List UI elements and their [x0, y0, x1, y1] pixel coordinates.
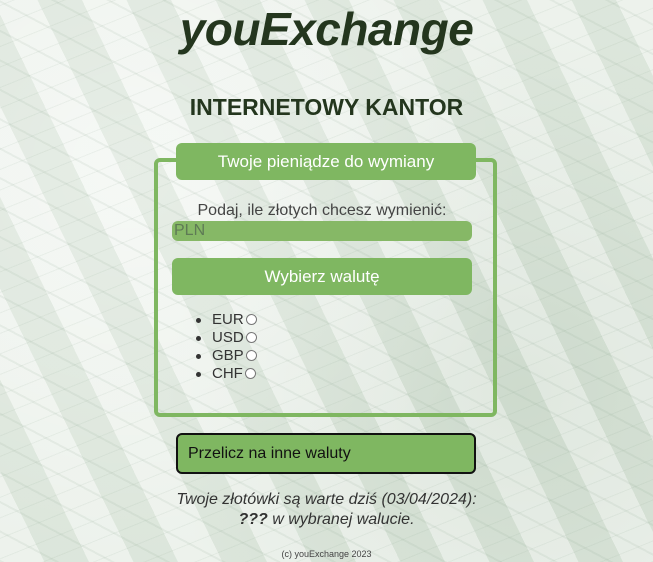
convert-button[interactable]: Przelicz na inne waluty — [176, 433, 476, 474]
currency-radio-usd[interactable] — [245, 332, 257, 343]
currency-option-eur: EUR — [196, 311, 257, 329]
currency-list: EUR USD GBP CHF — [196, 311, 257, 383]
choose-currency-button[interactable]: Wybierz walutę — [172, 258, 472, 295]
currency-radio-eur[interactable] — [245, 314, 257, 325]
currency-option-usd: USD — [196, 329, 257, 347]
currency-label: USD — [212, 329, 244, 346]
amount-input[interactable] — [172, 221, 472, 241]
currency-label: EUR — [212, 311, 244, 328]
currency-label: GBP — [212, 347, 244, 364]
result-text: Twoje złotówki są warte dziś (03/04/2024… — [176, 491, 477, 508]
result-suffix: w wybranej walucie. — [267, 511, 415, 528]
currency-label: CHF — [212, 365, 243, 382]
currency-radio-chf[interactable] — [244, 368, 256, 379]
currency-option-gbp: GBP — [196, 347, 257, 365]
logo: youExchange — [179, 3, 474, 55]
result-line: ??? w wybranej walucie. — [0, 511, 653, 529]
currency-option-chf: CHF — [196, 365, 257, 383]
amount-prompt-label: Podaj, ile złotych chcesz wymienić: — [197, 202, 447, 219]
page-title: INTERNETOWY KANTOR — [189, 94, 464, 120]
panel-title: Twoje pieniądze do wymiany — [176, 143, 476, 180]
currency-radio-gbp[interactable] — [245, 350, 257, 361]
result-value: ??? — [238, 511, 268, 528]
footer-copyright: (c) youExchange 2023 — [281, 549, 372, 559]
